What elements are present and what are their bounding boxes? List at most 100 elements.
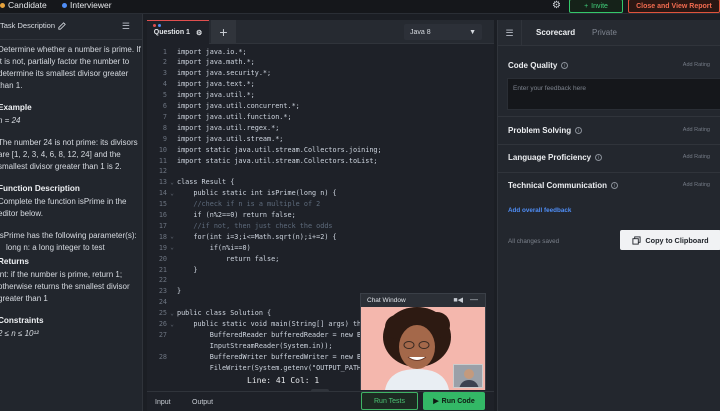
line-number: 18 [158,232,167,241]
tab-input[interactable]: Input [155,399,171,406]
tab-private[interactable]: Private [592,28,617,37]
menu-icon[interactable]: ☰ [498,20,522,46]
language-select[interactable]: Java 8 ▼ [404,24,482,40]
add-tab-button[interactable]: + [211,20,236,44]
edit-icon[interactable] [58,21,66,30]
fold-chevron-icon[interactable]: ⌄ [167,310,177,317]
video-camera-icon[interactable]: ■◀ [453,296,463,304]
code-line[interactable]: 12 [147,166,494,177]
play-icon: ▶ [433,398,439,405]
code-line[interactable]: 16 if (n%2==0) return false; [147,210,494,221]
tab-dots-icon [153,24,161,27]
fold-chevron-icon[interactable]: ⌄ [167,190,177,197]
code-line[interactable]: 18 ⌄ for(int i=3;i<=Math.sqrt(n);i+=2) { [147,231,494,242]
code-line[interactable]: 15 //check if n is a multiple of 2 [147,199,494,210]
divider [498,116,720,117]
code-line-text: import java.text.*; [177,80,255,89]
code-line-text: if (n%2==0) return false; [177,211,296,219]
code-line[interactable]: 21 } [147,264,494,275]
code-line[interactable]: 10 import static java.util.stream.Collect… [147,144,494,155]
code-line-text: } [177,265,198,274]
self-view-video [453,364,483,388]
scorecard-header: ☰ Scorecard Private [498,20,720,46]
returns-text: int: if the number is prime, return 1; o… [0,270,130,303]
minimize-icon[interactable]: — [470,295,478,304]
code-line-text: public class Solution { [177,309,272,318]
example-text: The number 24 is not prime: its divisors… [0,138,138,171]
code-line[interactable]: 9 import java.util.stream.*; [147,133,494,144]
code-line[interactable]: 8 import java.util.regex.*; [147,122,494,133]
constraints-text: 2 ≤ n ≤ 10¹² [0,329,39,338]
problem-solving-label: Problem Solving i [508,126,583,135]
param-long: long n: a long integer to test [6,243,105,252]
example-n: n = 24 [0,116,21,125]
chat-window[interactable]: Chat Window ■◀ — [360,293,486,390]
line-number: 27 [158,330,167,339]
code-line[interactable]: 1 import java.io.*; [147,46,494,57]
info-icon[interactable]: i [561,62,569,69]
add-overall-feedback-link[interactable]: Add overall feedback [508,207,571,214]
code-line[interactable]: 20 return false; [147,253,494,264]
feedback-input[interactable]: Enter your feedback here [507,78,720,110]
code-line[interactable]: 14 ⌄ public static int isPrime(long n) { [147,188,494,199]
code-line-text: import static java.util.stream.Collector… [177,156,378,165]
fold-chevron-icon[interactable]: ⌄ [167,321,177,328]
code-quality-label: Code Quality i [508,61,569,70]
run-tests-button[interactable]: Run Tests [361,392,418,410]
code-line[interactable]: 5 import java.util.*; [147,90,494,101]
copy-icon [632,235,641,245]
divider [498,172,720,173]
fold-chevron-icon[interactable]: ⌄ [167,179,177,186]
code-line[interactable]: 2 import java.math.*; [147,57,494,68]
gear-icon[interactable]: ⚙ [552,0,561,11]
interviewer-indicator[interactable]: Interviewer [62,0,112,10]
line-number: 20 [158,254,167,263]
task-panel-header: Task Description ☰ [0,14,142,40]
line-number: 15 [158,200,167,209]
tab-question-1[interactable]: Question 1 ⚙ [147,20,209,44]
save-status: All changes saved [508,238,560,245]
code-line[interactable]: 19 ⌄ if(n%i==0) [147,242,494,253]
tab-settings-icon[interactable]: ⚙ [196,29,202,37]
tab-output[interactable]: Output [192,399,213,406]
task-description-title: Task Description [0,21,66,30]
close-and-view-report-button[interactable]: Close and View Report [628,0,720,13]
language-proficiency-label: Language Proficiency i [508,153,603,162]
code-line-text: import java.util.*; [177,91,255,100]
info-icon[interactable]: i [575,127,583,134]
code-line[interactable]: 4 import java.text.*; [147,79,494,90]
code-line-text: //check if n is a multiple of 2 [177,200,321,209]
code-line[interactable]: 11 import static java.util.stream.Collect… [147,155,494,166]
code-line-text: FileWriter(System.getenv("OUTPUT_PATH"))… [177,363,382,372]
tab-scorecard[interactable]: Scorecard [536,28,575,37]
code-quality-add-rating[interactable]: Add Rating [683,62,710,68]
run-code-label: Run Code [441,397,475,405]
problem-solving-add-rating[interactable]: Add Rating [683,127,710,133]
info-icon[interactable]: i [595,154,603,161]
candidate-dot-icon [0,2,5,8]
candidate-indicator[interactable]: Candidate [0,0,47,10]
code-line-text: import java.util.function.*; [177,112,292,121]
technical-communication-add-rating[interactable]: Add Rating [683,182,710,188]
code-line[interactable]: 7 import java.util.function.*; [147,111,494,122]
code-line[interactable]: 17 //if not, then just check the odds [147,220,494,231]
run-code-button[interactable]: ▶ Run Code [423,392,485,410]
line-number: 17 [158,221,167,230]
menu-icon[interactable]: ☰ [122,21,130,32]
task-header-label: Task Description [0,21,56,30]
line-number: 8 [162,123,167,132]
language-proficiency-add-rating[interactable]: Add Rating [683,154,710,160]
editor-tab-bar: Question 1 ⚙ + Java 8 ▼ [147,20,494,44]
code-line[interactable]: 6 import java.util.concurrent.*; [147,101,494,112]
code-line-text: class Result { [177,178,235,187]
code-line[interactable]: 13 ⌄ class Result { [147,177,494,188]
fold-chevron-icon[interactable]: ⌄ [167,244,177,251]
invite-button[interactable]: + Invite [569,0,623,13]
info-icon[interactable]: i [610,182,618,189]
code-line[interactable]: 22 [147,275,494,286]
code-line[interactable]: 3 import java.security.*; [147,68,494,79]
copy-to-clipboard-button[interactable]: Copy to Clipboard [620,230,720,250]
code-line-text: import static java.util.stream.Collector… [177,145,382,154]
fold-chevron-icon[interactable]: ⌄ [167,233,177,240]
code-line-text: InputStreamReader(System.in)); [177,341,333,350]
